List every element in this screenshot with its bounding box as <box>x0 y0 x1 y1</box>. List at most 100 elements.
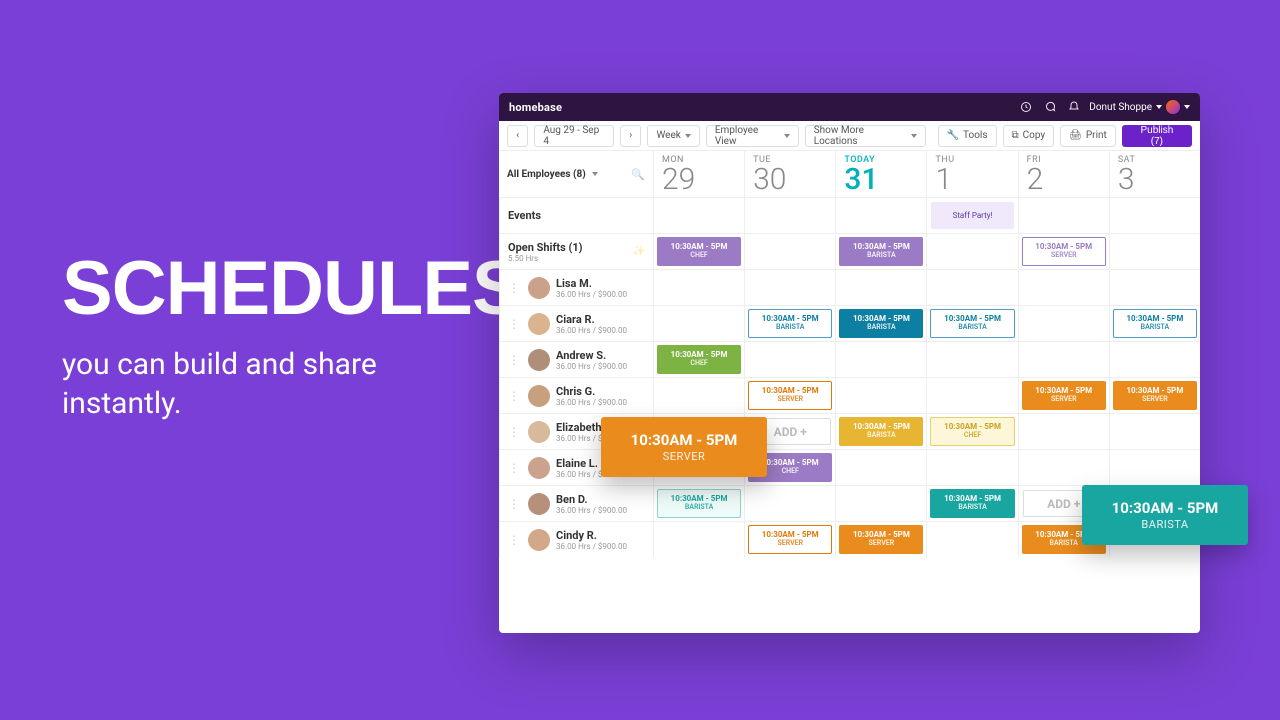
shift-cell[interactable]: 10:30AM - 5PMSERVER <box>1018 377 1109 413</box>
employee-label[interactable]: ⋮Ciara R.36.00 Hrs / $900.00 <box>499 305 653 341</box>
shift-cell[interactable] <box>1109 413 1200 449</box>
event-cell[interactable] <box>1109 197 1200 233</box>
shift-barista[interactable]: 10:30AM - 5PMBARISTA <box>657 489 741 518</box>
shift-cell[interactable] <box>653 377 744 413</box>
shift-cell[interactable]: 10:30AM - 5PMBARISTA <box>1109 305 1200 341</box>
bell-icon[interactable] <box>1067 100 1081 114</box>
shift-barista[interactable]: 10:30AM - 5PMBARISTA <box>839 237 923 266</box>
drag-icon[interactable]: ⋮ <box>508 425 520 439</box>
shift-cell[interactable] <box>744 341 835 377</box>
shift-cell[interactable] <box>926 233 1017 269</box>
shift-cell[interactable] <box>653 305 744 341</box>
event-cell[interactable] <box>744 197 835 233</box>
shift-cell[interactable] <box>653 269 744 305</box>
next-week-button[interactable]: › <box>620 125 641 147</box>
print-button[interactable]: 🖨Print <box>1060 125 1116 147</box>
shift-cell[interactable]: 10:30AM - 5PMCHEF <box>653 341 744 377</box>
shift-cell[interactable] <box>1109 269 1200 305</box>
shift-barista[interactable]: 10:30AM - 5PMBARISTA <box>839 417 923 446</box>
shift-cell[interactable]: 10:30AM - 5PMBARISTA <box>835 305 926 341</box>
drag-icon[interactable]: ⋮ <box>508 461 520 475</box>
chat-icon[interactable] <box>1043 100 1057 114</box>
shift-cell[interactable]: 10:30AM - 5PMSERVER <box>1109 377 1200 413</box>
shift-chef[interactable]: 10:30AM - 5PMCHEF <box>657 345 741 374</box>
shift-cell[interactable] <box>926 341 1017 377</box>
shift-cell[interactable] <box>835 341 926 377</box>
shift-cell[interactable]: 10:30AM - 5PMSERVER <box>1018 233 1109 269</box>
event-cell[interactable]: Staff Party! <box>926 197 1017 233</box>
magic-wand-icon[interactable]: ✨ <box>633 246 645 257</box>
day-header-fri[interactable]: FRI2 <box>1018 151 1109 197</box>
shift-barista[interactable]: 10:30AM - 5PMBARISTA <box>1113 309 1197 338</box>
day-header-tue[interactable]: TUE30 <box>744 151 835 197</box>
shift-cell[interactable]: 10:30AM - 5PMBARISTA <box>835 413 926 449</box>
tools-button[interactable]: 🔧Tools <box>938 125 997 147</box>
shift-chef[interactable]: 10:30AM - 5PMCHEF <box>657 237 741 266</box>
drag-icon[interactable]: ⋮ <box>508 317 520 331</box>
workspace-switcher[interactable]: Donut Shoppe <box>1089 100 1190 114</box>
event-cell[interactable] <box>653 197 744 233</box>
event-staff-party[interactable]: Staff Party! <box>931 202 1013 229</box>
clock-icon[interactable] <box>1019 100 1033 114</box>
drag-icon[interactable]: ⋮ <box>508 533 520 547</box>
shift-cell[interactable] <box>1109 233 1200 269</box>
shift-server[interactable]: 10:30AM - 5PMSERVER <box>1022 381 1106 410</box>
employee-filter[interactable]: All Employees (8) 🔍 <box>499 151 653 197</box>
shift-cell[interactable] <box>926 449 1017 485</box>
shift-chef[interactable]: 10:30AM - 5PMCHEF <box>930 417 1014 446</box>
day-header-mon[interactable]: MON29 <box>653 151 744 197</box>
shift-cell[interactable] <box>1109 449 1200 485</box>
shift-barista[interactable]: 10:30AM - 5PMBARISTA <box>839 309 923 338</box>
shift-cell[interactable]: 10:30AM - 5PMSERVER <box>744 377 835 413</box>
drag-icon[interactable]: ⋮ <box>508 389 520 403</box>
shift-barista[interactable]: 10:30AM - 5PMBARISTA <box>930 489 1014 518</box>
shift-cell[interactable] <box>1109 341 1200 377</box>
shift-cell[interactable] <box>835 269 926 305</box>
prev-week-button[interactable]: ‹ <box>507 125 528 147</box>
shift-cell[interactable]: 10:30AM - 5PMCHEF <box>653 233 744 269</box>
day-header-sat[interactable]: SAT3 <box>1109 151 1200 197</box>
floating-shift-server[interactable]: 10:30AM - 5PMSERVER <box>601 417 767 477</box>
employee-label[interactable]: ⋮Lisa M.36.00 Hrs / $900.00 <box>499 269 653 305</box>
copy-button[interactable]: ⧉Copy <box>1003 125 1055 147</box>
day-header-today[interactable]: TODAY31 <box>835 151 926 197</box>
locations-select[interactable]: Show More Locations <box>805 125 926 147</box>
shift-cell[interactable] <box>835 377 926 413</box>
shift-cell[interactable] <box>1018 413 1109 449</box>
shift-cell[interactable] <box>1018 305 1109 341</box>
shift-cell[interactable] <box>1018 449 1109 485</box>
shift-cell[interactable] <box>926 269 1017 305</box>
shift-server[interactable]: 10:30AM - 5PMSERVER <box>748 525 832 554</box>
drag-icon[interactable]: ⋮ <box>508 281 520 295</box>
shift-server[interactable]: 10:30AM - 5PMSERVER <box>1113 381 1197 410</box>
shift-server[interactable]: 10:30AM - 5PMSERVER <box>1022 237 1106 266</box>
shift-cell[interactable] <box>926 521 1017 557</box>
mode-select[interactable]: Employee View <box>706 125 799 147</box>
shift-cell[interactable] <box>926 377 1017 413</box>
employee-label[interactable]: ⋮Ben D.36.00 Hrs / $900.00 <box>499 485 653 521</box>
employee-label[interactable]: ⋮Cindy R.36.00 Hrs / $900.00 <box>499 521 653 557</box>
shift-cell[interactable] <box>744 233 835 269</box>
shift-cell[interactable]: 10:30AM - 5PMBARISTA <box>835 233 926 269</box>
shift-barista[interactable]: 10:30AM - 5PMBARISTA <box>748 309 832 338</box>
shift-cell[interactable]: 10:30AM - 5PMBARISTA <box>926 305 1017 341</box>
shift-cell[interactable]: 10:30AM - 5PMBARISTA <box>653 485 744 521</box>
event-cell[interactable] <box>1018 197 1109 233</box>
shift-cell[interactable]: 10:30AM - 5PMSERVER <box>744 521 835 557</box>
shift-server[interactable]: 10:30AM - 5PMSERVER <box>748 381 832 410</box>
date-range-picker[interactable]: Aug 29 - Sep 4 <box>534 125 614 147</box>
shift-cell[interactable]: 10:30AM - 5PMBARISTA <box>744 305 835 341</box>
floating-shift-barista[interactable]: 10:30AM - 5PMBARISTA <box>1082 485 1248 545</box>
shift-cell[interactable] <box>835 449 926 485</box>
day-header-thu[interactable]: THU1 <box>926 151 1017 197</box>
shift-cell[interactable]: 10:30AM - 5PMSERVER <box>835 521 926 557</box>
drag-icon[interactable]: ⋮ <box>508 497 520 511</box>
shift-cell[interactable]: 10:30AM - 5PMBARISTA <box>926 485 1017 521</box>
shift-server[interactable]: 10:30AM - 5PMSERVER <box>839 525 923 554</box>
drag-icon[interactable]: ⋮ <box>508 353 520 367</box>
view-select[interactable]: Week <box>647 125 699 147</box>
shift-cell[interactable] <box>653 521 744 557</box>
shift-cell[interactable] <box>1018 341 1109 377</box>
employee-label[interactable]: ⋮Chris G.36.00 Hrs / $900.00 <box>499 377 653 413</box>
shift-cell[interactable] <box>744 485 835 521</box>
